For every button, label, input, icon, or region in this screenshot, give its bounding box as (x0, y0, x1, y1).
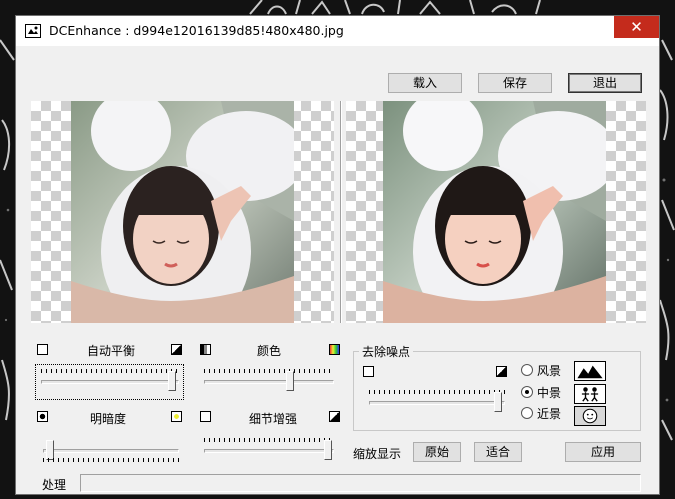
detail-label: 细节增强 (249, 412, 298, 426)
radio-landscape-label: 风景 (537, 364, 562, 378)
apply-button[interactable]: 应用 (565, 442, 641, 462)
main-panel: 载入 保存 退出 自动平衡 颜色 明暗度 细节增强 去除噪点 风景 中景 近景 … (23, 46, 653, 492)
people-icon (574, 384, 606, 404)
detail-min-icon (200, 411, 211, 422)
slider-track[interactable] (43, 449, 179, 453)
denoise-title: 去除噪点 (359, 343, 414, 360)
radio-midshot[interactable] (521, 386, 533, 398)
slider-thumb[interactable] (494, 392, 502, 412)
denoise-min-icon (363, 366, 374, 377)
original-size-button[interactable]: 原始 (413, 442, 461, 462)
enhanced-photo (383, 101, 606, 323)
brightness-label: 明暗度 (90, 412, 127, 426)
brightness-max-icon (171, 411, 182, 422)
app-icon (25, 24, 41, 38)
zoom-label: 缩放显示 (353, 447, 402, 461)
auto-balance-max-icon (171, 344, 182, 355)
auto-balance-slider[interactable] (41, 369, 179, 395)
auto-balance-min-icon (37, 344, 48, 355)
brightness-min-icon (37, 411, 48, 422)
slider-thumb[interactable] (168, 371, 176, 391)
slider-ticks (204, 369, 334, 373)
color-max-icon (329, 344, 340, 355)
radio-closeup[interactable] (521, 407, 533, 419)
detail-slider[interactable] (204, 438, 334, 464)
window-title: DCEnhance : d994e12016139d85!480x480.jpg (49, 23, 344, 38)
slider-thumb[interactable] (46, 440, 54, 460)
slider-track[interactable] (204, 449, 334, 453)
slider-ticks (43, 458, 179, 462)
slider-track[interactable] (369, 401, 505, 405)
status-label: 处理 (42, 478, 67, 492)
face-icon (574, 406, 606, 426)
slider-track[interactable] (41, 380, 179, 384)
slider-thumb[interactable] (286, 371, 294, 391)
denoise-slider[interactable] (369, 390, 505, 416)
detail-max-icon (329, 411, 340, 422)
radio-midshot-label: 中景 (537, 386, 562, 400)
auto-balance-label: 自动平衡 (87, 344, 136, 358)
color-slider[interactable] (204, 369, 334, 395)
slider-ticks (41, 369, 179, 373)
brightness-slider[interactable] (43, 438, 179, 464)
fit-button[interactable]: 适合 (474, 442, 522, 462)
close-icon: ✕ (630, 18, 643, 36)
radio-landscape[interactable] (521, 364, 533, 376)
color-label: 颜色 (257, 344, 282, 358)
preview-divider (340, 101, 342, 323)
progress-field (80, 474, 641, 492)
title-bar[interactable]: DCEnhance : d994e12016139d85!480x480.jpg… (16, 16, 659, 46)
slider-track[interactable] (204, 380, 334, 384)
original-photo (71, 101, 294, 323)
slider-ticks (369, 390, 505, 394)
load-button[interactable]: 载入 (388, 73, 462, 93)
dcenhance-window: DCEnhance : d994e12016139d85!480x480.jpg… (15, 15, 660, 495)
radio-closeup-label: 近景 (537, 407, 562, 421)
slider-ticks (204, 438, 334, 442)
original-preview[interactable] (31, 101, 334, 323)
slider-thumb[interactable] (324, 440, 332, 460)
exit-button[interactable]: 退出 (568, 73, 642, 93)
mountain-icon (574, 361, 606, 381)
save-button[interactable]: 保存 (478, 73, 552, 93)
color-min-icon (200, 344, 211, 355)
denoise-max-icon (496, 366, 507, 377)
enhanced-preview[interactable] (346, 101, 646, 323)
close-button[interactable]: ✕ (614, 16, 659, 38)
